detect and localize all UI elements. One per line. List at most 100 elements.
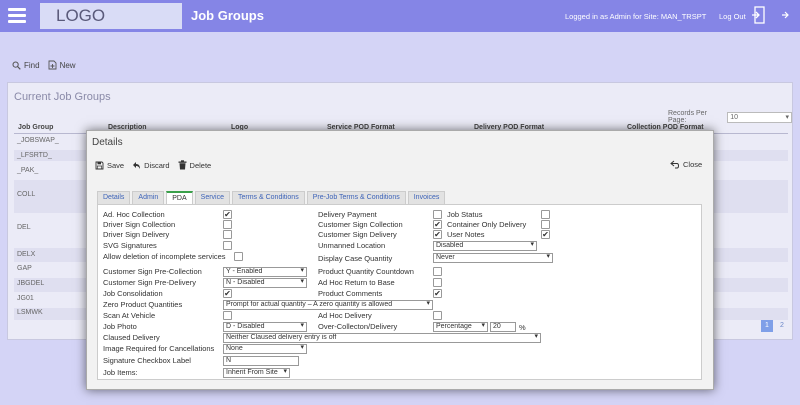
product-quantity-countdown-label: Product Quantity Countdown: [318, 267, 414, 276]
customer-sign-collection-label: Customer Sign Collection: [318, 220, 403, 229]
job-photo-select[interactable]: D - Disabled: [223, 322, 307, 332]
records-per-page-select[interactable]: 10: [727, 111, 792, 123]
customer-sign-collection-checkbox[interactable]: ✔: [433, 220, 442, 229]
row-job-group: JG01: [17, 295, 34, 302]
row-job-group: DELX: [17, 251, 36, 258]
save-button[interactable]: Save: [95, 160, 124, 170]
logout-icon[interactable]: [751, 6, 765, 24]
scan-at-vehicle-checkbox[interactable]: [223, 311, 232, 320]
ad-hoc-delivery-checkbox[interactable]: [433, 311, 442, 320]
trash-icon: [178, 160, 187, 170]
delete-label: Delete: [189, 160, 212, 170]
toolbar: Find New: [12, 60, 76, 70]
ad-hoc-return-checkbox[interactable]: [433, 278, 442, 287]
job-consolidation-checkbox[interactable]: ✔: [223, 289, 232, 298]
row-job-group: COLL: [17, 191, 36, 198]
menu-icon[interactable]: [8, 8, 26, 23]
customer-sign-delivery-checkbox[interactable]: ✔: [433, 230, 442, 239]
container-only-delivery-checkbox[interactable]: [541, 220, 550, 229]
allow-deletion-label: Allow deletion of incomplete services: [103, 252, 226, 261]
driver-sign-collection-checkbox[interactable]: [223, 220, 232, 229]
tab-invoices[interactable]: Invoices: [407, 191, 446, 204]
over-collection-value-input[interactable]: 20: [490, 322, 516, 332]
discard-button[interactable]: Discard: [132, 160, 170, 170]
logout-link[interactable]: Log Out: [719, 12, 746, 21]
row-job-group: GAP: [17, 265, 32, 272]
delete-button[interactable]: Delete: [178, 160, 212, 170]
job-photo-label: Job Photo: [103, 322, 137, 331]
user-notes-label: User Notes: [447, 230, 485, 239]
job-status-checkbox[interactable]: [541, 210, 550, 219]
records-per-page-label: Records Per Page:: [668, 110, 707, 124]
driver-sign-delivery-label: Driver Sign Delivery: [103, 230, 170, 239]
save-icon: [95, 161, 104, 169]
page-1-button[interactable]: 1: [761, 320, 773, 332]
delivery-payment-label: Delivery Payment: [318, 210, 377, 219]
tab-pre-job-terms[interactable]: Pre-Job Terms & Conditions: [306, 191, 406, 204]
tab-terms[interactable]: Terms & Conditions: [232, 191, 305, 204]
svg-signatures-checkbox[interactable]: [223, 241, 232, 250]
details-dialog: Details Save Discard Delete Close Detail…: [86, 130, 714, 390]
signature-checkbox-label: Signature Checkbox Label: [103, 356, 191, 365]
row-job-group: DEL: [17, 224, 31, 231]
zero-product-quantities-label: Zero Product Quantities: [103, 300, 183, 309]
customer-sign-delivery-label: Customer Sign Delivery: [318, 230, 397, 239]
tab-service[interactable]: Service: [194, 191, 230, 204]
dialog-title: Details: [92, 137, 123, 148]
back-arrow-icon: [670, 160, 679, 169]
job-items-select[interactable]: Inherit From Site: [223, 368, 290, 378]
unmanned-location-select[interactable]: Disabled: [433, 241, 537, 251]
driver-sign-collection-label: Driver Sign Collection: [103, 220, 176, 229]
customer-sign-pre-collection-label: Customer Sign Pre-Collection: [103, 267, 202, 276]
claused-delivery-select[interactable]: Neither Claused delivery entry is off: [223, 333, 541, 343]
col-job-group[interactable]: Job Group: [18, 124, 53, 131]
percent-label: %: [519, 323, 526, 332]
new-document-icon: [48, 60, 57, 70]
row-job-group: LSMWK: [17, 309, 43, 316]
over-collection-label: Over-Collecton/Delivery: [318, 322, 398, 331]
delivery-payment-checkbox[interactable]: [433, 210, 442, 219]
close-label: Close: [683, 160, 703, 169]
customer-sign-pre-collection-select[interactable]: Y - Enabled: [223, 267, 307, 277]
over-collection-type-select[interactable]: Percentage: [433, 322, 488, 332]
ad-hoc-return-label: Ad Hoc Return to Base: [318, 278, 395, 287]
page-2-button[interactable]: 2: [776, 320, 788, 332]
allow-deletion-checkbox[interactable]: [234, 252, 243, 261]
app-header: LOGO Job Groups Logged in as Admin for S…: [0, 0, 800, 32]
display-case-quantity-select[interactable]: Never: [433, 253, 553, 263]
expand-arrow-icon[interactable]: [780, 10, 790, 20]
row-job-group: _PAK_: [17, 167, 39, 174]
unmanned-location-label: Unmanned Location: [318, 241, 386, 250]
ad-hoc-delivery-label: Ad Hoc Delivery: [318, 311, 372, 320]
login-info: Logged in as Admin for Site: MAN_TRSPT: [565, 12, 707, 21]
claused-delivery-label: Claused Delivery: [103, 333, 160, 342]
zero-product-quantities-select[interactable]: Prompt for actual quantity – A zero quan…: [223, 300, 433, 310]
new-button[interactable]: New: [48, 60, 76, 70]
product-quantity-countdown-checkbox[interactable]: [433, 267, 442, 276]
product-comments-checkbox[interactable]: ✔: [433, 289, 442, 298]
tab-pda[interactable]: PDA: [166, 191, 193, 204]
ad-hoc-collection-checkbox[interactable]: ✔: [223, 210, 232, 219]
image-required-label: Image Required for Cancellations: [103, 344, 215, 353]
ad-hoc-collection-label: Ad. Hoc Collection: [103, 210, 165, 219]
pagination: 1 2: [761, 320, 788, 332]
pda-tab-panel: Ad. Hoc Collection ✔ Driver Sign Collect…: [97, 204, 702, 380]
undo-icon: [133, 161, 141, 169]
close-button[interactable]: Close: [670, 160, 702, 169]
find-label: Find: [24, 60, 40, 70]
user-notes-checkbox[interactable]: ✔: [541, 230, 550, 239]
job-consolidation-label: Job Consolidation: [103, 289, 163, 298]
product-comments-label: Product Comments: [318, 289, 383, 298]
signature-checkbox-input[interactable]: N: [223, 356, 299, 366]
driver-sign-delivery-checkbox[interactable]: [223, 230, 232, 239]
dialog-actions: Save Discard Delete: [95, 160, 211, 170]
find-button[interactable]: Find: [12, 60, 40, 70]
tab-admin[interactable]: Admin: [132, 191, 165, 204]
image-required-select[interactable]: None: [223, 344, 307, 354]
customer-sign-pre-delivery-select[interactable]: N - Disabled: [223, 278, 307, 288]
tab-details[interactable]: Details: [97, 191, 131, 204]
save-label: Save: [107, 160, 125, 170]
container-only-delivery-label: Container Only Delivery: [447, 220, 527, 229]
job-items-label: Job Items:: [103, 368, 138, 377]
discard-label: Discard: [144, 160, 170, 170]
